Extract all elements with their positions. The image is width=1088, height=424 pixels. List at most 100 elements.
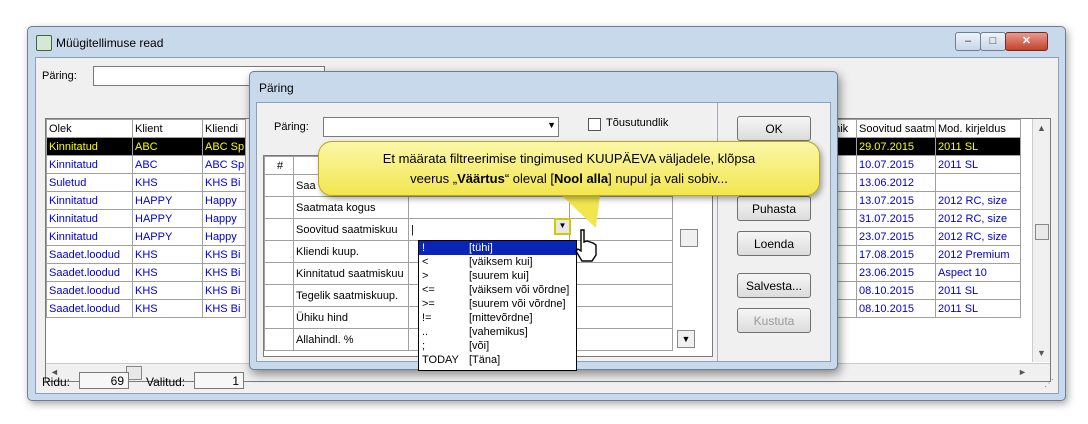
delete-button[interactable]: Kustuta	[737, 308, 811, 333]
column-header[interactable]: Kliendi	[202, 119, 246, 138]
table-cell[interactable]: Happy	[202, 209, 246, 228]
dropdown-option[interactable]: ! [tühi]	[419, 241, 576, 255]
row-number-cell[interactable]	[264, 284, 294, 307]
table-row[interactable]: Saadet.loodud KHS KHS Bi	[46, 299, 246, 318]
field-cell[interactable]: Soovitud saatmiskuu	[293, 218, 409, 241]
table-cell[interactable]: 13.06.2012	[856, 173, 936, 192]
table-row[interactable]: 29.07.2015 2011 SL	[825, 137, 1021, 156]
dropdown-option[interactable]: < [väiksem kui]	[419, 255, 576, 269]
table-row[interactable]: 17.08.2015 2012 Premium	[825, 245, 1021, 264]
table-cell[interactable]: KHS Bi	[202, 281, 246, 300]
table-row[interactable]: Kinnitatud HAPPY Happy	[46, 191, 246, 210]
scroll-down-icon[interactable]: ▼	[1037, 348, 1046, 358]
table-cell[interactable]: KHS	[132, 263, 203, 282]
table-cell[interactable]: 2012 RC, size	[935, 209, 1021, 228]
table-cell[interactable]	[935, 173, 1021, 192]
table-cell[interactable]: 17.08.2015	[856, 245, 936, 264]
row-number-cell[interactable]	[264, 306, 294, 329]
table-cell[interactable]: Kinnitatud	[46, 191, 133, 210]
table-cell[interactable]: 31.07.2015	[856, 209, 936, 228]
table-cell[interactable]: 2011 SL	[935, 299, 1021, 318]
column-header[interactable]: Klient	[132, 119, 203, 138]
table-cell[interactable]: Kinnitatud	[46, 155, 133, 174]
table-row[interactable]: 23.06.2015 Aspect 10	[825, 263, 1021, 282]
dropdown-option[interactable]: <= [väiksem või võrdne]	[419, 283, 576, 297]
field-cell[interactable]: Saatmata kogus	[293, 196, 409, 219]
table-cell[interactable]: KHS	[132, 245, 203, 264]
column-header[interactable]: Mod. kirjeldus	[935, 119, 1021, 138]
table-row[interactable]: Kinnitatud HAPPY Happy	[46, 227, 246, 246]
save-button[interactable]: Salvesta...	[737, 273, 811, 298]
row-number-cell[interactable]	[264, 328, 294, 351]
row-number-cell[interactable]	[264, 218, 294, 241]
value-cell[interactable]: |	[408, 218, 570, 241]
maximize-button[interactable]: □	[980, 32, 1006, 51]
value-dropdown-button[interactable]: ▼	[554, 218, 571, 235]
table-cell[interactable]: ABC Sp	[202, 155, 246, 174]
table-cell[interactable]: KHS	[132, 173, 203, 192]
field-cell[interactable]: Allahindl. %	[293, 328, 409, 351]
table-cell[interactable]: Happy	[202, 227, 246, 246]
table-cell[interactable]: 08.10.2015	[856, 281, 936, 300]
operator-dropdown-list[interactable]: ! [tühi] < [väiksem kui] > [suurem kui] <= [väi…	[418, 240, 577, 371]
vertical-scrollbar[interactable]: ▲ ▼	[1032, 119, 1050, 362]
table-cell[interactable]: 2012 RC, size	[935, 191, 1021, 210]
resize-grip-icon[interactable]: ⋰	[1044, 378, 1054, 389]
field-cell[interactable]: Tegelik saatmiskuup.	[293, 284, 409, 307]
case-sensitive-checkbox[interactable]	[588, 118, 601, 131]
table-cell[interactable]: 08.10.2015	[856, 299, 936, 318]
ok-button[interactable]: OK	[737, 116, 811, 141]
value-cell[interactable]	[569, 306, 673, 329]
table-cell[interactable]: ABC	[132, 137, 203, 156]
table-row[interactable]: 08.10.2015 2011 SL	[825, 299, 1021, 318]
table-row[interactable]: Suletud KHS KHS Bi	[46, 173, 246, 192]
dropdown-option[interactable]: != [mittevõrdne]	[419, 311, 576, 325]
table-cell[interactable]: 2011 SL	[935, 137, 1021, 156]
scroll-thumb[interactable]	[1035, 224, 1049, 240]
table-cell[interactable]: HAPPY	[132, 227, 203, 246]
table-row[interactable]: 23.07.2015 2012 RC, size	[825, 227, 1021, 246]
field-cell[interactable]: Kliendi kuup.	[293, 240, 409, 263]
table-cell[interactable]: Saadet.loodud	[46, 245, 133, 264]
row-number-cell[interactable]	[264, 240, 294, 263]
clear-button[interactable]: Puhasta	[737, 196, 811, 221]
table-cell[interactable]: Suletud	[46, 173, 133, 192]
table-cell[interactable]: Happy	[202, 191, 246, 210]
value-cell[interactable]	[569, 262, 673, 285]
table-cell[interactable]: KHS Bi	[202, 173, 246, 192]
table-cell[interactable]: KHS Bi	[202, 263, 246, 282]
query-combo[interactable]: ▼	[323, 117, 559, 137]
table-row[interactable]: Saadet.loodud KHS KHS Bi	[46, 281, 246, 300]
table-cell[interactable]: Saadet.loodud	[46, 281, 133, 300]
read-button[interactable]: Loenda	[737, 231, 811, 256]
table-cell[interactable]: KHS	[132, 281, 203, 300]
table-cell[interactable]: HAPPY	[132, 191, 203, 210]
table-cell[interactable]: KHS	[132, 299, 203, 318]
dropdown-option[interactable]: > [suurem kui]	[419, 269, 576, 283]
criteria-scroll-thumb[interactable]	[680, 229, 698, 247]
column-header[interactable]: Soovitud saatm	[856, 119, 936, 138]
field-cell[interactable]: Kinnitatud saatmiskuu	[293, 262, 409, 285]
table-cell[interactable]: Kinnitatud	[46, 227, 133, 246]
table-cell[interactable]: Saadet.loodud	[46, 263, 133, 282]
table-row[interactable]: 13.06.2012	[825, 173, 1021, 192]
field-cell[interactable]: Ühiku hind	[293, 306, 409, 329]
value-cell[interactable]	[569, 328, 673, 351]
table-cell[interactable]: Aspect 10	[935, 263, 1021, 282]
table-cell[interactable]: 13.07.2015	[856, 191, 936, 210]
table-cell[interactable]: 2012 RC, size	[935, 227, 1021, 246]
table-row[interactable]: Kinnitatud ABC ABC Sp	[46, 155, 246, 174]
table-cell[interactable]: ABC Sp	[202, 137, 246, 156]
table-cell[interactable]: 23.07.2015	[856, 227, 936, 246]
row-number-cell[interactable]	[264, 262, 294, 285]
table-cell[interactable]: 2011 SL	[935, 155, 1021, 174]
row-number-cell[interactable]	[264, 196, 294, 219]
table-cell[interactable]: Kinnitatud	[46, 209, 133, 228]
dropdown-option[interactable]: >= [suurem või võrdne]	[419, 297, 576, 311]
table-cell[interactable]: Saadet.loodud	[46, 299, 133, 318]
scroll-up-icon[interactable]: ▲	[1037, 123, 1046, 133]
row-number-cell[interactable]	[264, 174, 294, 197]
table-row[interactable]: 10.07.2015 2011 SL	[825, 155, 1021, 174]
table-cell[interactable]: KHS Bi	[202, 245, 246, 264]
table-row[interactable]: Kinnitatud ABC ABC Sp	[46, 137, 246, 156]
